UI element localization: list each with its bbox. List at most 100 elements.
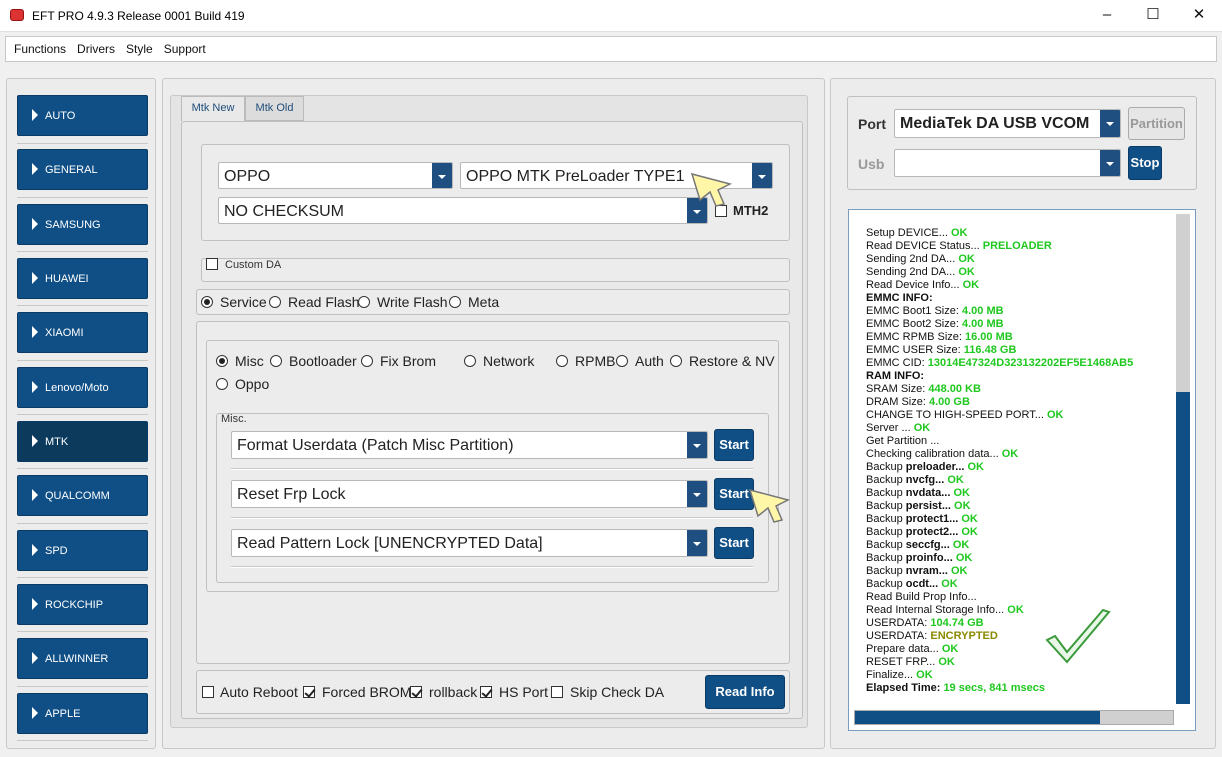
log-line: Backup protect1... OK [866, 513, 978, 525]
misc-op-3-select[interactable]: Read Pattern Lock [UNENCRYPTED Data] [231, 529, 708, 557]
menu-support[interactable]: Support [164, 37, 206, 61]
log-line: Backup nvdata... OK [866, 487, 970, 499]
usb-label: Usb [858, 156, 885, 172]
chevron-right-icon [32, 381, 38, 393]
log-line: Read DEVICE Status... PRELOADER [866, 240, 1052, 252]
partition-button[interactable]: Partition [1128, 107, 1185, 140]
port-label: Port [858, 116, 886, 132]
chevron-down-icon [687, 481, 707, 507]
mode-meta-radio[interactable] [449, 296, 461, 308]
mode-service-radio[interactable] [201, 296, 213, 308]
sidebar-item-xiaomi[interactable]: XIAOMI [17, 312, 148, 353]
rollback-checkbox[interactable] [410, 686, 422, 698]
chevron-right-icon [32, 272, 38, 284]
log-scrollbar[interactable] [1176, 214, 1190, 704]
cursor-pointer-icon [748, 488, 791, 523]
log-line: EMMC CID: 13014E47324D323132202EF5E1468A… [866, 357, 1134, 369]
mode-service-label: Service [220, 294, 267, 310]
tab-mtk-new[interactable]: Mtk New [181, 96, 245, 121]
log-line: Read Build Prop Info... [866, 591, 977, 603]
log-scrollbar-thumb[interactable] [1176, 392, 1190, 704]
subtab-network-radio[interactable] [464, 355, 476, 367]
subtab-fix-brom-radio[interactable] [361, 355, 373, 367]
hs-port-label: HS Port [499, 684, 549, 700]
chevron-right-icon [32, 652, 38, 664]
log-line: Backup ocdt... OK [866, 578, 958, 590]
log-line: Backup protect2... OK [866, 526, 978, 538]
divider [17, 468, 148, 469]
close-button[interactable]: ✕ [1176, 0, 1222, 32]
log-line: USERDATA: ENCRYPTED [866, 630, 998, 642]
tab-mtk-old[interactable]: Mtk Old [245, 96, 304, 121]
chevron-right-icon [32, 598, 38, 610]
subtab-rpmb-label: RPMB [575, 353, 616, 369]
divider [17, 197, 148, 198]
sidebar-item-huawei[interactable]: HUAWEI [17, 258, 148, 299]
sidebar-item-allwinner[interactable]: ALLWINNER [17, 638, 148, 679]
progress-fill [855, 711, 1100, 724]
subtab-auth-label: Auth [635, 353, 664, 369]
subtab-restore-nv-label: Restore & NV [689, 353, 775, 369]
menu-functions[interactable]: Functions [14, 37, 66, 61]
divider [17, 523, 148, 524]
divider [17, 143, 148, 144]
minimize-button[interactable]: – [1084, 0, 1130, 32]
menu-style[interactable]: Style [126, 37, 153, 61]
divider [17, 414, 148, 415]
misc-op-2-select[interactable]: Reset Frp Lock [231, 480, 708, 508]
misc-op-1-select[interactable]: Format Userdata (Patch Misc Partition) [231, 431, 708, 459]
sidebar-item-mtk[interactable]: MTK [17, 421, 148, 462]
chevron-down-icon [432, 163, 452, 188]
log-line: DRAM Size: 4.00 GB [866, 396, 970, 408]
sidebar-item-auto[interactable]: AUTO [17, 95, 148, 136]
chevron-right-icon [32, 326, 38, 338]
usb-select[interactable] [894, 149, 1121, 177]
forced-brom-checkbox[interactable] [303, 686, 315, 698]
menu-drivers[interactable]: Drivers [77, 37, 115, 61]
forced-brom-label: Forced BROM [322, 684, 412, 700]
checkmark-icon [1045, 608, 1111, 664]
stop-button[interactable]: Stop [1128, 146, 1162, 180]
misc-op-3-start-button[interactable]: Start [714, 527, 754, 559]
sidebar-item-apple[interactable]: APPLE [17, 693, 148, 734]
misc-op-1-start-button[interactable]: Start [714, 429, 754, 461]
subtab-rpmb-radio[interactable] [556, 355, 568, 367]
subtab-oppo-radio[interactable] [216, 378, 228, 390]
subtab-restore-nv-radio[interactable] [670, 355, 682, 367]
subtab-auth-radio[interactable] [616, 355, 628, 367]
read-info-button[interactable]: Read Info [705, 675, 785, 709]
maximize-button[interactable]: ☐ [1130, 0, 1176, 32]
skip-check-da-checkbox[interactable] [551, 686, 563, 698]
log-line: SRAM Size: 448.00 KB [866, 383, 981, 395]
log-line: RAM INFO: [866, 370, 925, 382]
hs-port-checkbox[interactable] [480, 686, 492, 698]
subtab-misc-radio[interactable] [216, 355, 228, 367]
divider [231, 566, 753, 568]
brand-select[interactable]: OPPO [218, 162, 453, 189]
sidebar-item-general[interactable]: GENERAL [17, 149, 148, 190]
subtab-oppo-label: Oppo [235, 376, 270, 392]
divider [17, 631, 148, 632]
auto-reboot-checkbox[interactable] [202, 686, 214, 698]
mode-read-flash-radio[interactable] [269, 296, 281, 308]
port-select[interactable]: MediaTek DA USB VCOM [894, 109, 1121, 138]
mode-write-flash-radio[interactable] [358, 296, 370, 308]
sidebar-item-rockchip[interactable]: ROCKCHIP [17, 584, 148, 625]
subtab-fix-brom-label: Fix Brom [380, 353, 436, 369]
log-line: Read Device Info... OK [866, 279, 980, 291]
divider [231, 517, 753, 519]
sidebar-item-samsung[interactable]: SAMSUNG [17, 204, 148, 245]
checksum-select[interactable]: NO CHECKSUM [218, 197, 708, 224]
chevron-right-icon [32, 489, 38, 501]
sidebar-item-spd[interactable]: SPD [17, 530, 148, 571]
mode-read-flash-label: Read Flash [288, 294, 360, 310]
mode-write-flash-label: Write Flash [377, 294, 448, 310]
mode-meta-label: Meta [468, 294, 500, 310]
chevron-down-icon [1100, 110, 1120, 137]
log-line: Prepare data... OK [866, 643, 959, 655]
sidebar-item-lenovo-moto[interactable]: Lenovo/Moto [17, 367, 148, 408]
log-line: Setup DEVICE... OK [866, 227, 968, 239]
subtab-bootloader-radio[interactable] [270, 355, 282, 367]
custom-da-checkbox[interactable] [206, 258, 218, 270]
sidebar-item-qualcomm[interactable]: QUALCOMM [17, 475, 148, 516]
